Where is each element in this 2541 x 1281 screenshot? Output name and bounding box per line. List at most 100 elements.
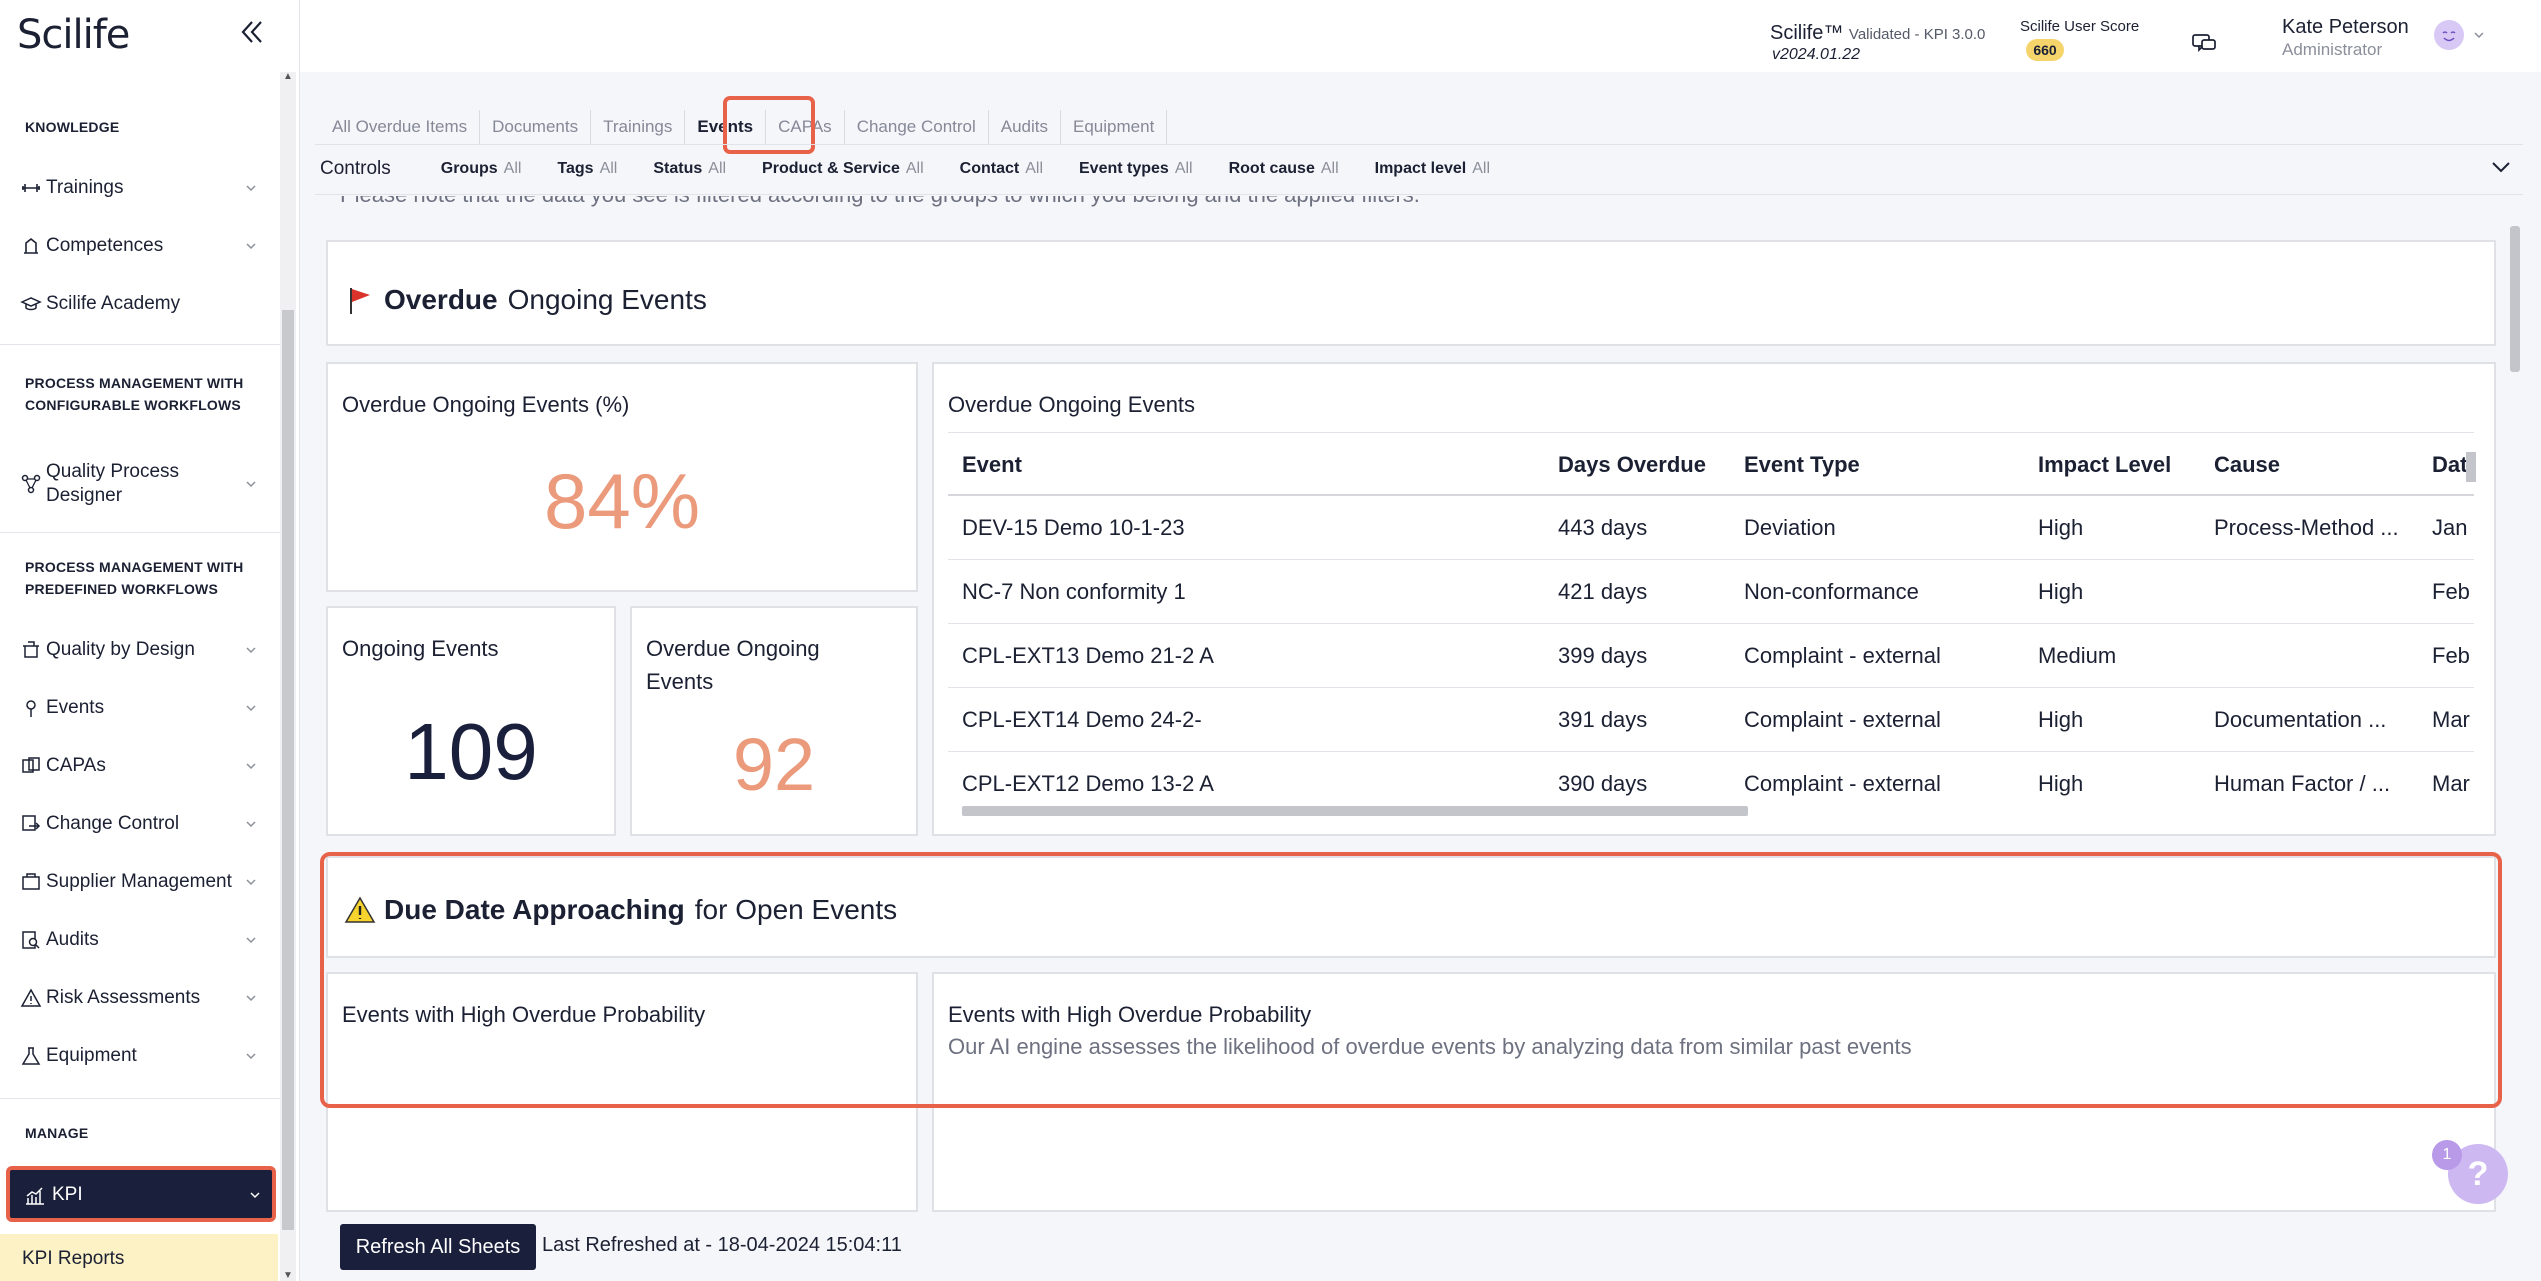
sidebar-scrollbar[interactable]: ▲ ▼ (280, 72, 296, 1281)
filter-status[interactable]: Status All (653, 160, 726, 178)
quality-design-icon (20, 639, 42, 661)
sidebar-item-change-control[interactable]: Change Control (0, 800, 280, 848)
filter-value: All (1472, 160, 1491, 177)
section-label-line: PROCESS MANAGEMENT WITH (25, 375, 244, 391)
chevron-down-icon[interactable] (244, 643, 258, 657)
sidebar-divider (0, 532, 280, 533)
collapse-sidebar-button[interactable] (234, 14, 270, 50)
sidebar-item-quality-by-design[interactable]: Quality by Design (0, 626, 280, 674)
chevron-down-icon[interactable] (244, 239, 258, 253)
label-line: Quality Process (46, 461, 180, 482)
version-number: v2024.01.22 (1772, 46, 1861, 63)
section-title: Overdue Ongoing Events (344, 284, 707, 316)
tab-trainings[interactable]: Trainings (591, 110, 686, 144)
sidebar-item-trainings[interactable]: Trainings (0, 164, 280, 212)
cell-event-type: Complaint - external (1744, 707, 1941, 732)
sidebar-item-equipment[interactable]: Equipment (0, 1032, 280, 1080)
filter-tags[interactable]: Tags All (557, 160, 617, 178)
filter-contact[interactable]: Contact All (960, 160, 1043, 178)
table-vscroll-thumb[interactable] (2466, 452, 2476, 482)
kpi-value: 109 (404, 707, 538, 796)
refresh-all-sheets-button[interactable]: Refresh All Sheets (340, 1224, 536, 1270)
chevron-down-icon[interactable] (244, 817, 258, 831)
sidebar-item-audits[interactable]: Audits (0, 916, 280, 964)
filter-value: All (1320, 160, 1339, 177)
filter-label: Contact (959, 160, 1020, 177)
sidebar-item-quality-process-designer[interactable]: Quality Process Designer (0, 452, 280, 516)
tab-all-overdue-items[interactable]: All Overdue Items (320, 110, 481, 144)
chevron-down-icon[interactable] (244, 991, 258, 1005)
sidebar-item-kpi[interactable]: KPI (6, 1166, 276, 1222)
column-header-event[interactable]: Event (962, 433, 1522, 497)
sidebar-item-academy[interactable]: Scilife Academy (0, 280, 280, 328)
sidebar-scroll-thumb[interactable] (282, 310, 294, 1230)
sidebar-item-events[interactable]: Events (0, 684, 280, 732)
cell-days-overdue: 391 days (1558, 707, 1648, 732)
cell-event-type: Deviation (1744, 515, 1836, 540)
sidebar-item-competences[interactable]: Competences (0, 222, 280, 270)
kpi-overdue-percentage: Overdue Ongoing Events (%) 84% (326, 362, 918, 592)
table-row[interactable]: NC-7 Non conformity 1 421 days Non-confo… (948, 560, 2474, 624)
scroll-up-icon[interactable]: ▲ (283, 72, 293, 82)
sidebar-item-capas[interactable]: CAPAs (0, 742, 280, 790)
table-row[interactable]: CPL-EXT13 Demo 21-2 A 399 days Complaint… (948, 624, 2474, 688)
sidebar-item-kpi-reports[interactable]: KPI Reports (0, 1234, 278, 1281)
logo-area: Scilife (0, 0, 300, 72)
chevron-down-icon[interactable] (2472, 28, 2486, 42)
column-header-cause[interactable]: Cause (2214, 433, 2424, 497)
main-scroll-thumb[interactable] (2510, 226, 2520, 372)
table-row[interactable]: DEV-15 Demo 10-1-23 443 days Deviation H… (948, 496, 2474, 560)
chevron-down-icon[interactable] (244, 181, 258, 195)
chevron-down-icon[interactable] (244, 477, 258, 491)
main-vertical-scrollbar[interactable] (2508, 196, 2522, 1216)
help-notification-badge: 1 (2432, 1140, 2462, 1170)
cell-impact-level: High (2038, 579, 2084, 604)
sidebar-item-label: Trainings (46, 177, 124, 198)
sidebar-item-supplier-management[interactable]: Supplier Management (0, 858, 280, 906)
table-row[interactable]: CPL-EXT14 Demo 24-2- 391 days Complaint … (948, 688, 2474, 752)
sidebar-item-label: KPI Reports (22, 1248, 125, 1269)
table-hscroll-thumb[interactable] (962, 806, 1748, 816)
cell-days-overdue: 421 days (1558, 579, 1648, 604)
table-vertical-scrollbar[interactable] (2464, 432, 2478, 804)
expand-controls-chevron-icon[interactable] (2490, 158, 2512, 176)
filter-impact-level[interactable]: Impact level All (1375, 160, 1490, 178)
scroll-down-icon[interactable]: ▼ (283, 1271, 293, 1281)
tab-change-control[interactable]: Change Control (845, 110, 989, 144)
filter-product-service[interactable]: Product & Service All (762, 160, 924, 178)
scilife-logo[interactable]: Scilife (17, 12, 130, 58)
column-header-days-overdue[interactable]: Days Overdue (1558, 433, 1738, 497)
chevron-down-icon[interactable] (244, 933, 258, 947)
chevron-down-icon[interactable] (244, 701, 258, 715)
tab-audits[interactable]: Audits (989, 110, 1062, 144)
sidebar-item-label: Supplier Management (46, 871, 232, 892)
filter-root-cause[interactable]: Root cause All (1229, 160, 1339, 178)
column-header-impact-level[interactable]: Impact Level (2038, 433, 2208, 497)
tab-equipment[interactable]: Equipment (1061, 110, 1168, 144)
filter-label: Root cause (1228, 160, 1315, 177)
user-name[interactable]: Kate Peterson (2282, 16, 2409, 39)
tabs-divider (315, 144, 2523, 145)
sidebar-item-risk-assessments[interactable]: Risk Assessments (0, 974, 280, 1022)
kpi-overdue-ongoing-events: Overdue Ongoing Events 92 (630, 606, 918, 836)
flask-icon (20, 1045, 42, 1067)
kpi-ongoing-events: Ongoing Events 109 (326, 606, 616, 836)
table-title: Overdue Ongoing Events (948, 392, 1196, 417)
section-configurable-workflows: PROCESS MANAGEMENT WITH CONFIGURABLE WOR… (25, 372, 244, 416)
filter-value: All (1025, 160, 1043, 177)
filter-event-types[interactable]: Event types All (1079, 160, 1193, 178)
table-horizontal-scrollbar[interactable] (952, 804, 2470, 816)
kpi-value: 84% (543, 457, 701, 545)
chevron-down-icon[interactable] (244, 1049, 258, 1063)
section-title-bold: Overdue (384, 284, 498, 315)
chevron-down-icon[interactable] (248, 1188, 262, 1202)
avatar[interactable] (2434, 20, 2464, 50)
tab-documents[interactable]: Documents (480, 110, 592, 144)
chevron-down-icon[interactable] (244, 875, 258, 889)
chat-icon[interactable] (2190, 30, 2218, 58)
chevron-down-icon[interactable] (244, 759, 258, 773)
controls-title[interactable]: Controls (320, 158, 391, 180)
column-header-event-type[interactable]: Event Type (1744, 433, 2034, 497)
filter-value: All (1174, 160, 1193, 177)
filter-groups[interactable]: Groups All (441, 160, 522, 178)
